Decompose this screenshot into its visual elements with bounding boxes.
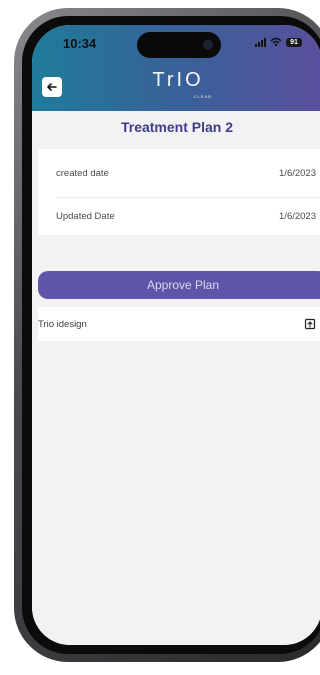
logo-text: TrIO — [152, 69, 204, 91]
plan-content: Treatment Plan 2 created date 1/6/2023 U… — [32, 111, 320, 645]
wifi-icon — [270, 37, 282, 47]
open-icon[interactable] — [304, 318, 316, 330]
status-icons: 91 — [255, 37, 302, 47]
camera-dot — [203, 40, 213, 50]
created-date-label: created date — [56, 167, 109, 179]
updated-date-value: 1/6/2023 — [279, 210, 316, 222]
app-screen: 10:34 91 TrIO CLEAR Treatment Plan 2 cre… — [32, 25, 320, 645]
back-button[interactable] — [42, 77, 62, 97]
date-divider — [56, 197, 320, 198]
created-date-value: 1/6/2023 — [279, 167, 316, 179]
updated-date-row: Updated Date 1/6/2023 — [56, 204, 316, 228]
created-date-row: created date 1/6/2023 — [56, 161, 316, 185]
file-label: Trio idesign — [38, 318, 87, 330]
date-card: created date 1/6/2023 Updated Date 1/6/2… — [38, 149, 320, 235]
dynamic-island — [137, 32, 221, 58]
brand-logo: TrIO CLEAR — [138, 69, 218, 103]
arrow-left-icon — [47, 83, 57, 91]
signal-icon — [255, 37, 266, 47]
logo-subtext: CLEAR — [193, 94, 212, 99]
file-row[interactable]: Trio idesign — [38, 307, 320, 341]
plan-title: Treatment Plan 2 — [120, 119, 234, 135]
approve-plan-button[interactable]: Approve Plan — [38, 271, 320, 299]
app-header: 10:34 91 TrIO CLEAR — [32, 25, 320, 111]
updated-date-label: Updated Date — [56, 210, 115, 222]
battery-icon: 91 — [286, 37, 302, 47]
status-time: 10:34 — [63, 36, 97, 51]
